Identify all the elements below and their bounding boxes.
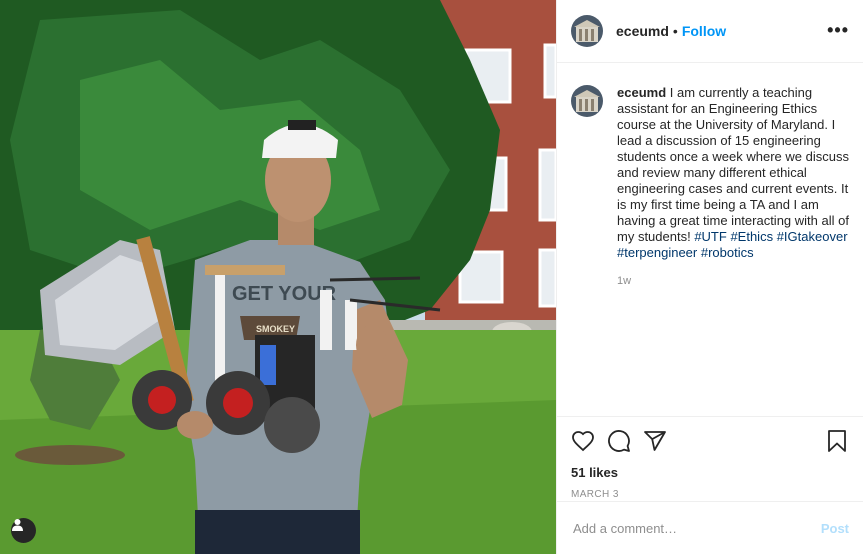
user-icon	[12, 519, 23, 531]
building-avatar-icon	[571, 85, 603, 117]
photo-scene: GET YOUR SMOKEY	[0, 0, 556, 554]
more-options-icon[interactable]: •••	[827, 20, 849, 41]
caption-username[interactable]: eceumd	[617, 85, 666, 100]
action-bar: 51 likes MARCH 3	[557, 416, 863, 500]
badge-text: SMOKEY	[256, 324, 295, 334]
building-avatar-icon	[571, 15, 603, 47]
hashtag-link[interactable]: #robotics	[701, 245, 754, 260]
comment-icon[interactable]	[607, 429, 631, 453]
share-icon[interactable]	[643, 429, 667, 453]
hashtag-link[interactable]: #UTF	[694, 229, 727, 244]
instagram-post: GET YOUR SMOKEY eceumd • Follow ••• eceu…	[0, 0, 863, 554]
tagged-users-button[interactable]	[11, 518, 36, 543]
comment-box: Post	[557, 501, 863, 554]
separator-dot: •	[672, 23, 678, 39]
post-sidebar: eceumd • Follow ••• eceumd I am currentl…	[556, 0, 863, 554]
profile-avatar[interactable]	[571, 15, 603, 47]
post-photo[interactable]: GET YOUR SMOKEY	[0, 0, 556, 554]
hashtag-link[interactable]: #Ethics	[730, 229, 773, 244]
hashtag-link[interactable]: #IGtakeover	[777, 229, 848, 244]
caption-text: eceumd I am currently a teaching assista…	[617, 85, 849, 261]
comment-input[interactable]	[571, 519, 821, 537]
likes-count[interactable]: 51 likes	[571, 465, 849, 480]
follow-button[interactable]: Follow	[682, 23, 726, 39]
post-date: MARCH 3	[571, 489, 619, 500]
post-header: eceumd • Follow •••	[557, 0, 863, 63]
caption: eceumd I am currently a teaching assista…	[557, 63, 863, 261]
heart-icon[interactable]	[571, 429, 595, 453]
caption-avatar[interactable]	[571, 85, 603, 117]
bookmark-icon[interactable]	[825, 429, 849, 453]
header-username[interactable]: eceumd	[616, 23, 669, 39]
hashtag-link[interactable]: #terpengineer	[617, 245, 697, 260]
post-comment-button[interactable]: Post	[821, 521, 849, 536]
caption-time: 1w	[617, 275, 632, 287]
caption-body: I am currently a teaching assistant for …	[617, 85, 849, 244]
